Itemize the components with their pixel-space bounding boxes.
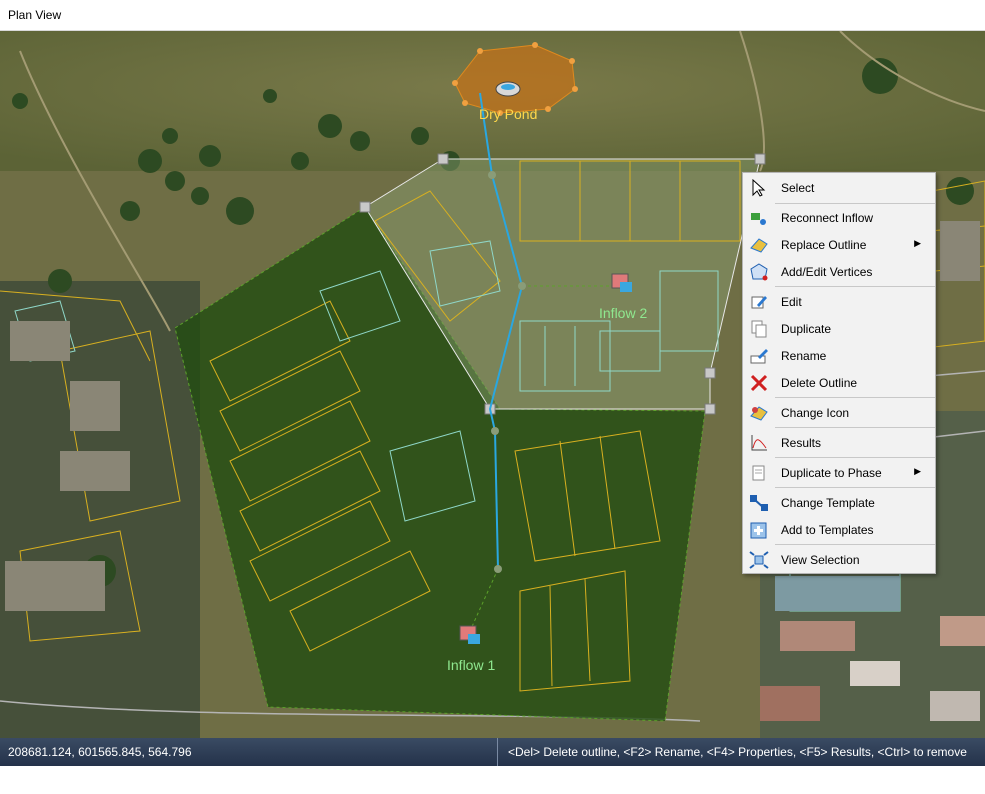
menu-item-label: Replace Outline bbox=[781, 238, 867, 252]
menu-item-duplicate-to-phase[interactable]: Duplicate to Phase ▶ bbox=[743, 460, 935, 486]
duplicate-phase-icon bbox=[749, 464, 769, 482]
inflow-1-label[interactable]: Inflow 1 bbox=[447, 657, 495, 673]
menu-item-label: Change Template bbox=[781, 496, 875, 510]
reconnect-inflow-icon bbox=[749, 209, 769, 227]
change-icon-icon bbox=[749, 404, 769, 422]
edit-pencil-icon bbox=[749, 293, 769, 311]
menu-item-rename[interactable]: Rename bbox=[743, 343, 935, 369]
menu-item-change-icon[interactable]: Change Icon bbox=[743, 400, 935, 426]
view-selection-icon bbox=[749, 551, 769, 569]
menu-item-label: Duplicate to Phase bbox=[781, 466, 882, 480]
menu-item-label: Results bbox=[781, 436, 822, 450]
results-chart-icon bbox=[749, 434, 769, 452]
menu-item-label: Select bbox=[781, 181, 815, 195]
rename-icon bbox=[749, 347, 769, 365]
menu-item-add-to-templates[interactable]: Add to Templates bbox=[743, 517, 935, 543]
menu-item-edit[interactable]: Edit bbox=[743, 289, 935, 315]
submenu-arrow-icon: ▶ bbox=[914, 466, 921, 476]
menu-separator bbox=[775, 397, 935, 398]
menu-separator bbox=[775, 203, 935, 204]
context-menu: Select Reconnect Inflow Replace Outline … bbox=[742, 172, 936, 574]
menu-item-reconnect-inflow[interactable]: Reconnect Inflow bbox=[743, 205, 935, 231]
menu-separator bbox=[775, 286, 935, 287]
inflow-2-label[interactable]: Inflow 2 bbox=[599, 305, 647, 321]
menu-item-results[interactable]: Results bbox=[743, 430, 935, 456]
menu-item-replace-outline[interactable]: Replace Outline ▶ bbox=[743, 232, 935, 258]
menu-item-view-selection[interactable]: View Selection bbox=[743, 547, 935, 573]
menu-item-label: Delete Outline bbox=[781, 376, 858, 390]
cursor-coordinates: 208681.124, 601565.845, 564.796 bbox=[8, 745, 192, 759]
menu-item-label: View Selection bbox=[781, 553, 860, 567]
submenu-arrow-icon: ▶ bbox=[914, 238, 921, 248]
menu-separator bbox=[775, 427, 935, 428]
dry-pond-icon bbox=[495, 81, 521, 97]
menu-item-label: Change Icon bbox=[781, 406, 850, 420]
menu-item-label: Duplicate bbox=[781, 322, 832, 336]
menu-item-label: Rename bbox=[781, 349, 827, 363]
duplicate-icon bbox=[749, 320, 769, 338]
menu-separator bbox=[775, 457, 935, 458]
menu-item-delete-outline[interactable]: Delete Outline bbox=[743, 370, 935, 396]
menu-separator bbox=[775, 544, 935, 545]
delete-x-icon bbox=[749, 374, 769, 392]
menu-item-add-edit-vertices[interactable]: Add/Edit Vertices bbox=[743, 259, 935, 285]
keyboard-hint: <Del> Delete outline, <F2> Rename, <F4> … bbox=[497, 738, 985, 787]
vertices-icon bbox=[749, 263, 769, 281]
menu-separator bbox=[775, 487, 935, 488]
add-template-icon bbox=[749, 521, 769, 539]
menu-item-label: Reconnect Inflow bbox=[781, 211, 874, 225]
replace-outline-icon bbox=[749, 236, 769, 254]
menu-item-change-template[interactable]: Change Template bbox=[743, 490, 935, 516]
status-bar: 208681.124, 601565.845, 564.796 <Del> De… bbox=[0, 738, 985, 787]
menu-item-duplicate[interactable]: Duplicate bbox=[743, 316, 935, 342]
dry-pond-label[interactable]: Dry Pond bbox=[479, 106, 537, 122]
menu-item-label: Edit bbox=[781, 295, 802, 309]
window-title: Plan View bbox=[8, 8, 62, 22]
cursor-arrow-icon bbox=[749, 178, 769, 197]
menu-item-label: Add/Edit Vertices bbox=[781, 265, 873, 279]
menu-item-select[interactable]: Select bbox=[743, 175, 935, 201]
change-template-icon bbox=[749, 494, 769, 512]
window-titlebar: Plan View bbox=[0, 0, 985, 31]
menu-item-label: Add to Templates bbox=[781, 523, 874, 537]
